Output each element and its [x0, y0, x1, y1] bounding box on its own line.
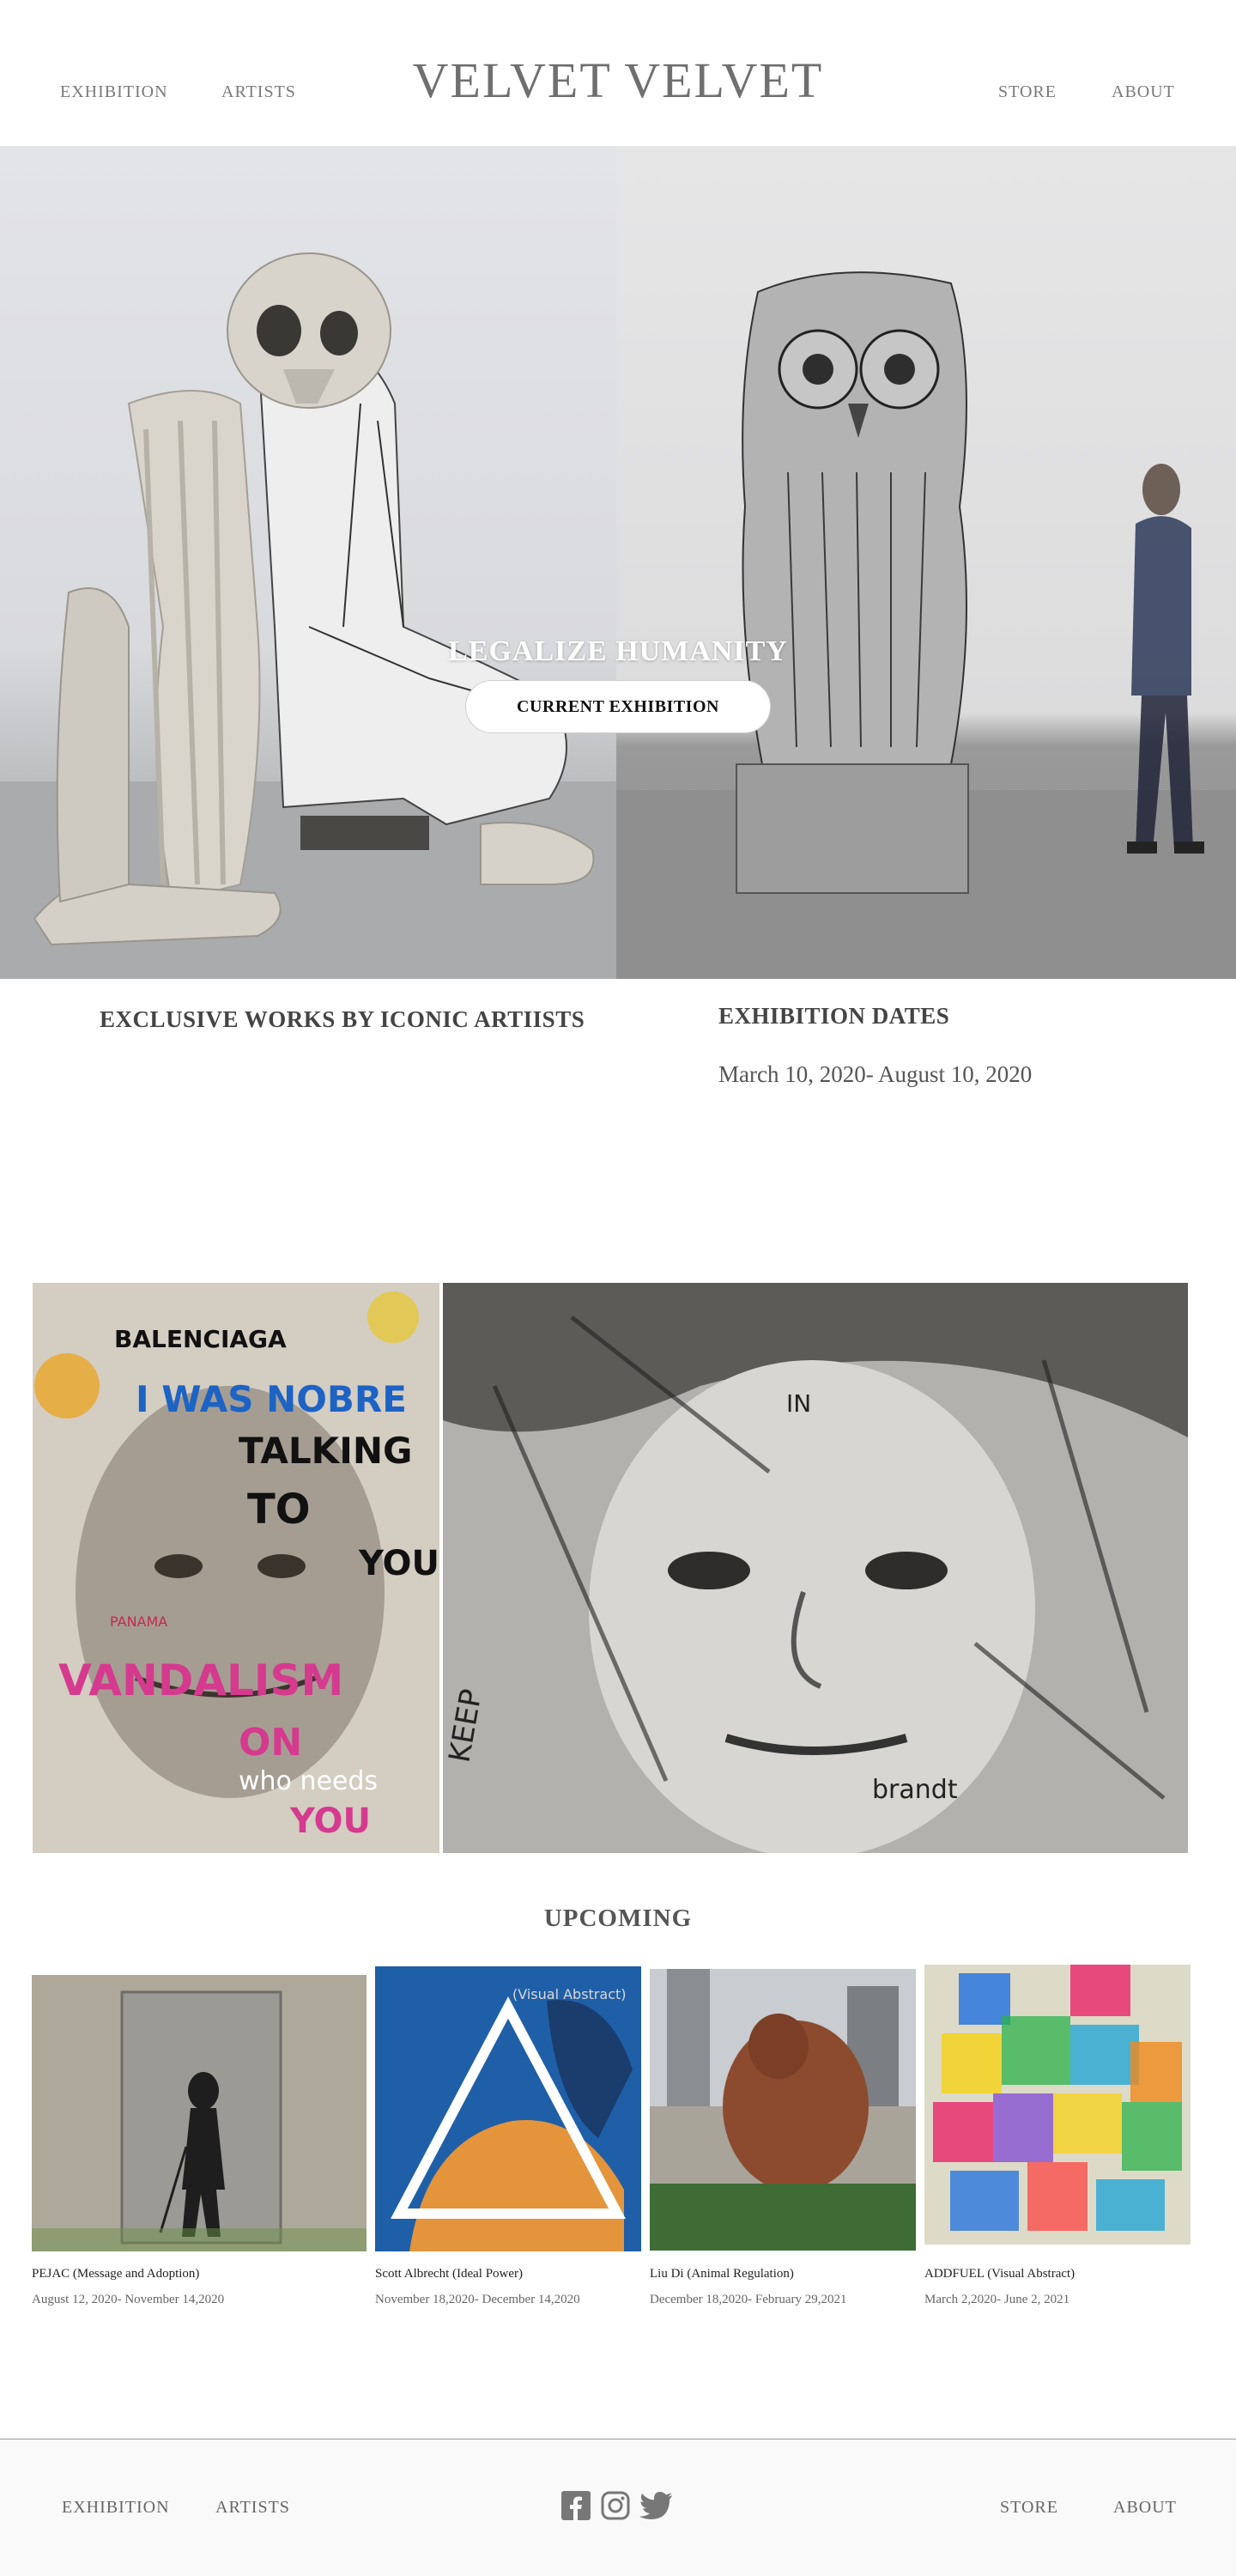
current-exhibition-button[interactable]: CURRENT EXHIBITION	[465, 680, 771, 733]
graffiti-text: PANAMA	[110, 1613, 167, 1630]
nav-about-link[interactable]: ABOUT	[1112, 82, 1175, 102]
graffiti-text: who needs	[239, 1766, 378, 1796]
upcoming-dates: December 18,2020- February 29,2021	[650, 2293, 847, 2306]
graffiti-text: I WAS NOBRE	[136, 1378, 407, 1420]
upcoming-caption: Scott Albrecht (Ideal Power)	[375, 2267, 524, 2281]
graffiti-text: BALENCIAGA	[114, 1325, 287, 1353]
twitter-icon[interactable]	[639, 2491, 674, 2524]
instagram-icon[interactable]	[601, 2491, 630, 2524]
image-overlay-text: (Visual Abstract)	[512, 1986, 627, 2002]
footer-exhibition-link[interactable]: EXHIBITION	[62, 2498, 170, 2518]
upcoming-card[interactable]: PEJAC (Message and Adoption) August 12, …	[32, 1975, 367, 2318]
charcoal-text: IN	[786, 1389, 811, 1418]
graffiti-text: TALKING	[239, 1430, 412, 1472]
upcoming-albrecht-image: (Visual Abstract)	[375, 1966, 641, 2251]
hero-sculpture-left-image	[0, 146, 616, 979]
upcoming-liudi-image	[650, 1969, 916, 2251]
charcoal-portrait-image[interactable]: IN KEEP brandt	[443, 1283, 1188, 1853]
site-footer: EXHIBITION ARTISTS STORE ABOUT	[0, 2439, 1236, 2576]
hero-banner: LEGALIZE HUMANITY CURRENT EXHIBITION	[0, 146, 1236, 979]
exhibition-tagline: EXCLUSIVE WORKS BY ICONIC ARTIISTS	[100, 1006, 585, 1032]
upcoming-addfuel-image	[924, 1965, 1191, 2245]
upcoming-heading: UPCOMING	[543, 1905, 693, 1932]
upcoming-card[interactable]: Liu Di (Animal Regulation) December 18,2…	[650, 1969, 916, 2318]
upcoming-pejac-image	[32, 1975, 367, 2251]
upcoming-dates: November 18,2020- December 14,2020	[375, 2293, 580, 2306]
upcoming-caption: ADDFUEL (Visual Abstract)	[924, 2267, 1075, 2281]
facebook-icon[interactable]	[561, 2491, 591, 2524]
exhibition-dates-heading: EXHIBITION DATES	[718, 1003, 950, 1029]
graffiti-text: TO	[247, 1485, 311, 1534]
featured-gallery: BALENCIAGA I WAS NOBRE TALKING TO YOU PA…	[33, 1283, 1188, 1853]
graffiti-portrait-image[interactable]: BALENCIAGA I WAS NOBRE TALKING TO YOU PA…	[33, 1283, 439, 1853]
footer-artists-link[interactable]: ARTISTS	[215, 2498, 290, 2518]
hero-sculpture-right-image	[616, 146, 1236, 979]
footer-about-link[interactable]: ABOUT	[1113, 2498, 1177, 2518]
graffiti-text: YOU	[289, 1801, 371, 1841]
upcoming-dates: March 2,2020- June 2, 2021	[924, 2293, 1070, 2306]
exhibition-dates-value: March 10, 2020- August 10, 2020	[718, 1061, 1033, 1087]
site-header: EXHIBITION ARTISTS VELVET VELVET STORE A…	[0, 0, 1236, 146]
graffiti-text: YOU	[358, 1544, 439, 1583]
upcoming-card[interactable]: ADDFUEL (Visual Abstract) March 2,2020- …	[924, 1965, 1191, 2318]
upcoming-dates: August 12, 2020- November 14,2020	[32, 2293, 225, 2306]
upcoming-card[interactable]: (Visual Abstract) Scott Albrecht (Ideal …	[375, 1966, 641, 2318]
footer-store-link[interactable]: STORE	[1000, 2498, 1058, 2518]
hero-overlay: LEGALIZE HUMANITY CURRENT EXHIBITION	[0, 635, 1236, 733]
nav-store-link[interactable]: STORE	[998, 82, 1057, 102]
graffiti-text: VANDALISM	[58, 1656, 343, 1705]
upcoming-caption: PEJAC (Message and Adoption)	[32, 2267, 200, 2281]
upcoming-caption: Liu Di (Animal Regulation)	[650, 2267, 794, 2281]
charcoal-text: brandt	[872, 1775, 958, 1805]
graffiti-text: ON	[239, 1721, 302, 1765]
hero-title: LEGALIZE HUMANITY	[448, 635, 788, 667]
